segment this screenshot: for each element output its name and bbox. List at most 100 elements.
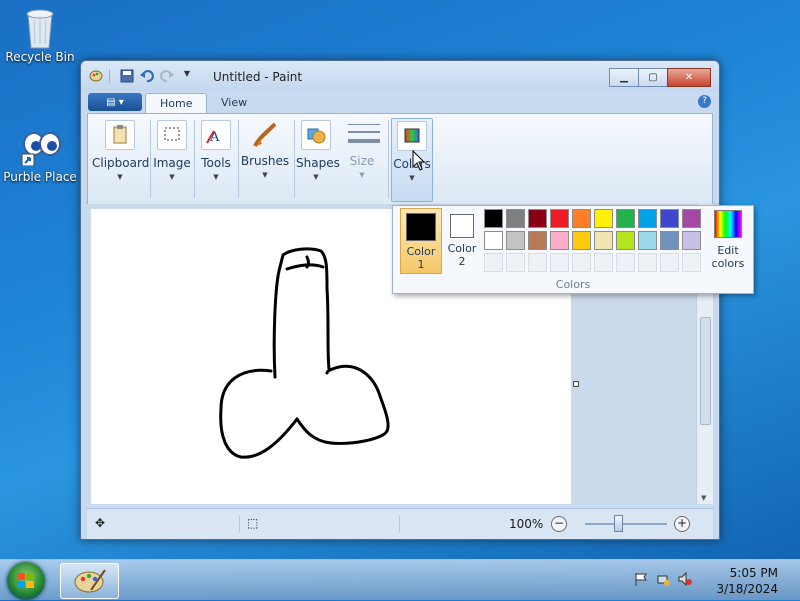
- color-swatch[interactable]: [572, 231, 591, 250]
- custom-color-slot[interactable]: [550, 253, 569, 272]
- ribbon-separator: [388, 120, 389, 198]
- minimize-button[interactable]: ▁: [609, 68, 639, 87]
- ribbon-group-clipboard[interactable]: Clipboard ▼: [92, 118, 149, 200]
- line-size-icon: [348, 120, 380, 148]
- tab-view[interactable]: View: [207, 93, 261, 113]
- custom-color-slot[interactable]: [572, 253, 591, 272]
- ribbon-separator: [294, 120, 295, 198]
- zoom-level: 100%: [509, 517, 544, 531]
- paint-palette-icon: [74, 569, 106, 593]
- ribbon-separator: [194, 120, 195, 198]
- ribbon-group-image[interactable]: Image ▼: [152, 118, 192, 200]
- group-label: Shapes: [296, 156, 340, 170]
- color-swatch[interactable]: [484, 231, 503, 250]
- save-icon[interactable]: [120, 69, 134, 83]
- custom-color-slot[interactable]: [594, 253, 613, 272]
- clock[interactable]: 5:05 PM 3/18/2024: [716, 565, 778, 597]
- chevron-down-icon: ▼: [313, 173, 319, 181]
- volume-muted-icon[interactable]: [678, 571, 692, 587]
- help-icon[interactable]: ?: [698, 95, 711, 108]
- start-button[interactable]: [7, 562, 45, 600]
- chevron-down-icon: ▼: [262, 171, 268, 179]
- paint-menu-button[interactable]: ▤ ▾: [88, 93, 142, 111]
- custom-color-slot[interactable]: [484, 253, 503, 272]
- color-swatch[interactable]: [594, 231, 613, 250]
- clock-time: 5:05 PM: [729, 566, 778, 580]
- canvas-resize-handle[interactable]: [573, 381, 579, 387]
- taskbar-paint-button[interactable]: [60, 563, 119, 599]
- zoom-slider-thumb[interactable]: [614, 515, 623, 532]
- customize-qat-icon[interactable]: ▼: [180, 69, 194, 83]
- edit-colors-label-line1: Edit: [717, 244, 739, 257]
- brush-icon: [251, 120, 279, 148]
- ribbon-group-size[interactable]: Size ▼: [342, 118, 382, 200]
- tab-home[interactable]: Home: [145, 93, 208, 114]
- color2-label-line1: Color: [447, 242, 477, 255]
- colors-dropdown: Color 1 Color 2 Edit colors Colors: [392, 205, 754, 294]
- color-swatch[interactable]: [528, 209, 547, 228]
- window-title: Untitled - Paint: [213, 70, 303, 84]
- color-swatch[interactable]: [638, 231, 657, 250]
- color-swatch[interactable]: [550, 231, 569, 250]
- color2-label-line2: 2: [458, 255, 466, 268]
- title-bar[interactable]: ▼ Untitled - Paint ▁ ▢ ✕: [81, 61, 719, 91]
- network-icon[interactable]: [656, 572, 670, 586]
- windows-logo-icon: [16, 571, 36, 595]
- ribbon-group-brushes[interactable]: Brushes ▼: [240, 118, 290, 200]
- ribbon: Clipboard ▼ Image ▼ A Tools ▼ Brushes ▼: [87, 113, 713, 205]
- color-swatch[interactable]: [616, 209, 635, 228]
- color-swatch[interactable]: [506, 209, 525, 228]
- ribbon-group-shapes[interactable]: Shapes ▼: [296, 118, 340, 200]
- color-swatch[interactable]: [550, 209, 569, 228]
- close-button[interactable]: ✕: [667, 68, 711, 87]
- color-swatch[interactable]: [682, 209, 701, 228]
- desktop-icon-recycle-bin[interactable]: Recycle Bin: [2, 6, 78, 64]
- custom-color-slot[interactable]: [638, 253, 657, 272]
- redo-icon[interactable]: [160, 69, 174, 83]
- scroll-down-arrow-icon[interactable]: ▼: [701, 494, 706, 502]
- zoom-out-button[interactable]: −: [551, 516, 567, 532]
- custom-color-slot[interactable]: [660, 253, 679, 272]
- clipboard-icon: [105, 120, 135, 150]
- selection-size-icon: ⬚: [247, 516, 259, 530]
- mouse-cursor-icon: [412, 149, 426, 175]
- desktop-icon-purble-place[interactable]: Purble Place: [2, 126, 78, 184]
- custom-color-slot[interactable]: [682, 253, 701, 272]
- color-swatch[interactable]: [616, 231, 635, 250]
- color-swatch[interactable]: [682, 231, 701, 250]
- recycle-bin-icon: [20, 6, 60, 49]
- color-swatch[interactable]: [660, 231, 679, 250]
- custom-color-slot[interactable]: [528, 253, 547, 272]
- chevron-down-icon: ▼: [409, 174, 415, 182]
- color2-swatch: [450, 214, 474, 238]
- maximize-button[interactable]: ▢: [638, 68, 668, 87]
- undo-icon[interactable]: [140, 69, 154, 83]
- edit-colors-label-line2: colors: [711, 257, 745, 270]
- color-swatch[interactable]: [638, 209, 657, 228]
- tools-icon: A: [201, 120, 231, 150]
- color-swatch[interactable]: [660, 209, 679, 228]
- chevron-down-icon: ▼: [359, 171, 365, 179]
- action-center-flag-icon[interactable]: [634, 572, 648, 586]
- scrollbar-thumb[interactable]: [700, 317, 711, 425]
- custom-color-slot[interactable]: [506, 253, 525, 272]
- color-swatch[interactable]: [594, 209, 613, 228]
- desktop-icon-label: Purble Place: [3, 170, 77, 184]
- color-swatch[interactable]: [572, 209, 591, 228]
- ribbon-group-tools[interactable]: A Tools ▼: [196, 118, 236, 200]
- zoom-slider-track[interactable]: [585, 523, 667, 525]
- zoom-in-button[interactable]: +: [674, 516, 690, 532]
- color2-button[interactable]: Color 2: [442, 208, 482, 272]
- status-separator: [399, 515, 400, 533]
- color-swatch[interactable]: [528, 231, 547, 250]
- qat-separator: [109, 69, 114, 83]
- group-label: Tools: [201, 156, 231, 170]
- color-swatch[interactable]: [484, 209, 503, 228]
- edit-colors-icon: [714, 210, 742, 238]
- color-swatch[interactable]: [506, 231, 525, 250]
- taskbar: 5:05 PM 3/18/2024: [0, 559, 800, 600]
- paint-app-icon[interactable]: [89, 69, 103, 83]
- color1-button[interactable]: Color 1: [400, 208, 442, 274]
- edit-colors-button[interactable]: Edit colors: [706, 210, 750, 270]
- custom-color-slot[interactable]: [616, 253, 635, 272]
